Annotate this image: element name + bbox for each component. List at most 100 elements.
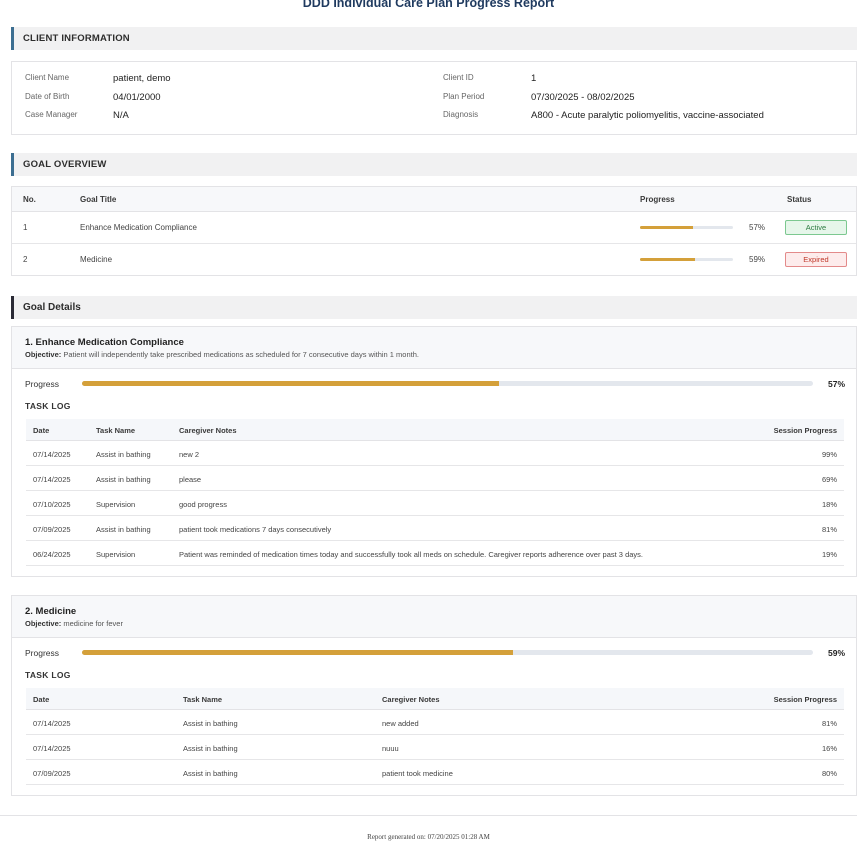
session-progress: 81% [821, 719, 837, 728]
goal-details-header: Goal Details [11, 296, 857, 319]
case-manager-value: N/A [113, 110, 129, 121]
caregiver-notes: good progress [179, 500, 227, 509]
goal-progress-bar [640, 226, 733, 229]
column-progress: Progress [640, 195, 675, 204]
task-name: Assist in bathing [96, 525, 151, 534]
session-progress: 69% [821, 475, 837, 484]
client-name-label: Client Name [25, 73, 70, 82]
goal-progress-fill [82, 650, 514, 655]
column-session-progress: Session Progress [773, 426, 837, 435]
task-log-label: TASK LOG [25, 401, 71, 411]
client-id-value: 1 [531, 73, 537, 84]
task-date: 07/14/2025 [33, 475, 71, 484]
session-progress: 99% [821, 450, 837, 459]
caregiver-notes: patient took medications 7 days consecut… [179, 525, 332, 534]
goal-progress-fill [640, 226, 693, 229]
table-row: 1 Enhance Medication Compliance 57% Acti… [12, 212, 856, 244]
column-caregiver-notes: Caregiver Notes [179, 426, 237, 435]
goal-detail-card: 1. Enhance Medication Compliance Objecti… [11, 326, 857, 577]
goal-detail-title: 2. Medicine [25, 606, 77, 617]
table-row: 07/14/2025 Assist in bathing new 2 99% [26, 441, 844, 466]
table-row: 07/10/2025 Supervision good progress 18% [26, 491, 844, 516]
report-footer: Report generated on: 07/20/2025 01:28 AM [367, 833, 490, 841]
task-date: 07/09/2025 [33, 525, 71, 534]
session-progress: 18% [821, 500, 837, 509]
goal-number: 2 [23, 255, 28, 264]
goal-objective: Objective: medicine for fever [25, 619, 123, 628]
session-progress: 19% [821, 550, 837, 559]
caregiver-notes: new 2 [179, 450, 200, 459]
table-row: 07/14/2025 Assist in bathing new added 8… [26, 710, 844, 735]
task-log-table: Date Task Name Caregiver Notes Session P… [26, 419, 844, 569]
table-row: 07/14/2025 Assist in bathing nuuu 16% [26, 735, 844, 760]
task-name: Supervision [96, 550, 136, 559]
status-badge: Expired [785, 252, 847, 267]
goal-overview-table: No. Goal Title Progress Status 1 Enhance… [11, 186, 857, 276]
plan-period-label: Plan Period [443, 92, 485, 101]
session-progress: 81% [821, 525, 837, 534]
objective-text: Patient will independently take prescrib… [63, 350, 419, 359]
client-id-label: Client ID [443, 73, 474, 82]
task-date: 07/14/2025 [33, 450, 71, 459]
goal-title: Medicine [80, 255, 113, 264]
table-row: 07/09/2025 Assist in bathing patient too… [26, 760, 844, 785]
task-date: 07/09/2025 [33, 769, 71, 778]
caregiver-notes: new added [382, 719, 419, 728]
task-date: 07/14/2025 [33, 744, 71, 753]
caregiver-notes: please [179, 475, 202, 484]
table-row: 07/14/2025 Assist in bathing please 69% [26, 466, 844, 491]
caregiver-notes: nuuu [382, 744, 399, 753]
task-date: 07/14/2025 [33, 719, 71, 728]
task-name: Assist in bathing [183, 769, 238, 778]
dob-value: 04/01/2000 [113, 92, 161, 103]
goal-progress-label: Progress [25, 379, 60, 389]
column-status: Status [787, 195, 812, 204]
caregiver-notes: Patient was reminded of medication times… [179, 550, 643, 559]
diagnosis-label: Diagnosis [443, 110, 479, 119]
objective-label: Objective: [25, 619, 62, 628]
task-name: Assist in bathing [183, 744, 238, 753]
task-date: 07/10/2025 [33, 500, 71, 509]
client-information-header: CLIENT INFORMATION [11, 27, 857, 50]
column-date: Date [33, 426, 50, 435]
task-name: Assist in bathing [96, 450, 151, 459]
goal-progress-percent: 57% [749, 223, 766, 232]
goal-progress-label: Progress [25, 648, 60, 658]
table-row: 06/24/2025 Supervision Patient was remin… [26, 541, 844, 566]
task-log-header: Date Task Name Caregiver Notes Session P… [26, 419, 844, 441]
goal-progress-percent: 59% [749, 255, 766, 264]
goal-detail-title: 1. Enhance Medication Compliance [25, 337, 184, 348]
task-log-label: TASK LOG [25, 670, 71, 680]
goal-progress-bar [640, 258, 733, 261]
status-badge: Active [785, 220, 847, 235]
goal-detail-top: 1. Enhance Medication Compliance Objecti… [12, 327, 856, 369]
task-name: Assist in bathing [96, 475, 151, 484]
goal-progress-fill [82, 381, 499, 386]
table-row: 2 Medicine 59% Expired [12, 244, 856, 276]
column-caregiver-notes: Caregiver Notes [382, 695, 440, 704]
goal-progress-percent: 57% [827, 379, 845, 389]
goal-progress-bar [82, 381, 813, 386]
task-name: Assist in bathing [183, 719, 238, 728]
task-log-table: Date Task Name Caregiver Notes Session P… [26, 688, 844, 788]
table-row: 07/09/2025 Assist in bathing patient too… [26, 516, 844, 541]
column-no: No. [23, 195, 36, 204]
goal-objective: Objective: Patient will independently ta… [25, 350, 419, 359]
footer-divider [0, 815, 857, 816]
diagnosis-value: A800 - Acute paralytic poliomyelitis, va… [531, 110, 764, 121]
caregiver-notes: patient took medicine [382, 769, 453, 778]
column-goal-title: Goal Title [80, 195, 117, 204]
task-log-header: Date Task Name Caregiver Notes Session P… [26, 688, 844, 710]
goal-progress-fill [640, 258, 695, 261]
dob-label: Date of Birth [25, 92, 70, 101]
goal-title: Enhance Medication Compliance [80, 223, 197, 232]
goal-progress-bar [82, 650, 813, 655]
plan-period-value: 07/30/2025 - 08/02/2025 [531, 92, 635, 103]
client-information-card: Client Name patient, demo Date of Birth … [11, 61, 857, 135]
goal-overview-table-header: No. Goal Title Progress Status [12, 187, 856, 212]
session-progress: 16% [821, 744, 837, 753]
session-progress: 80% [821, 769, 837, 778]
objective-label: Objective: [25, 350, 62, 359]
goal-detail-top: 2. Medicine Objective: medicine for feve… [12, 596, 856, 638]
column-date: Date [33, 695, 50, 704]
